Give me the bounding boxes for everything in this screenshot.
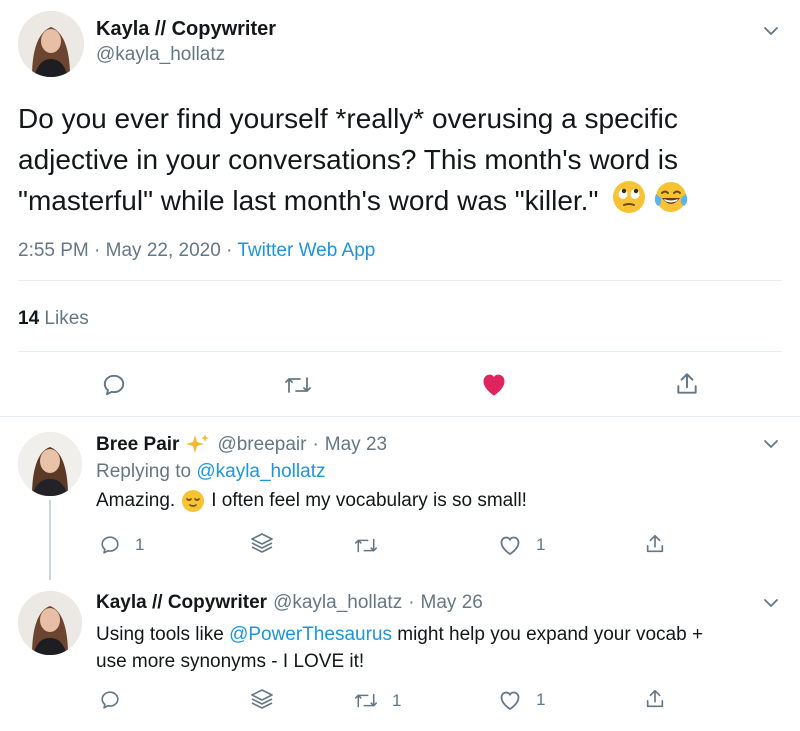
replying-to-label: Replying to xyxy=(96,461,192,482)
share-icon xyxy=(646,689,664,708)
thread-line xyxy=(49,500,51,580)
reply-icon xyxy=(103,374,125,396)
likes-count: 14 xyxy=(18,308,40,329)
author-name[interactable]: Kayla // Copywriter xyxy=(96,592,267,614)
chevron-down-icon[interactable] xyxy=(762,435,780,458)
retweet-count: 1 xyxy=(392,690,402,710)
like-count: 1 xyxy=(536,690,546,709)
likes-label: Likes xyxy=(44,308,89,329)
like-button[interactable] xyxy=(480,371,508,397)
tweet-meta: 2:55 PM · May 22, 2020 · Twitter Web App xyxy=(18,240,375,262)
face-with-tears-of-joy-emoji-icon xyxy=(654,180,688,225)
replying-to-handle[interactable]: @kayla_hollatz xyxy=(196,461,325,482)
reply-button[interactable] xyxy=(99,689,121,711)
share-icon xyxy=(677,373,697,394)
share-icon xyxy=(646,534,664,553)
retweet-button[interactable]: 1 xyxy=(354,690,401,711)
author-handle[interactable]: @breepair xyxy=(217,434,306,456)
like-button[interactable]: 1 xyxy=(498,689,545,711)
heart-filled-icon xyxy=(483,374,505,396)
author-name[interactable]: Bree Pair xyxy=(96,434,179,456)
meta-separator: · xyxy=(312,434,319,455)
likes-stat[interactable]: 14 Likes xyxy=(18,308,89,330)
meta-separator: · xyxy=(94,240,101,261)
meta-separator: · xyxy=(408,592,415,613)
tweet-text-line: adjective in your conversations? This mo… xyxy=(18,144,679,175)
reply-date[interactable]: May 23 xyxy=(325,434,387,456)
relieved-face-emoji-icon xyxy=(182,490,205,512)
reply-text-line: use more synonyms - I LOVE it! xyxy=(96,651,365,672)
heart-icon xyxy=(500,691,520,711)
chevron-down-icon[interactable] xyxy=(762,594,780,617)
replying-to: Replying to @kayla_hollatz xyxy=(96,461,325,483)
reply-text-segment: Using tools like xyxy=(96,624,230,645)
tweet-time[interactable]: 2:55 PM xyxy=(18,240,89,261)
divider xyxy=(0,416,800,417)
reply-text-segment: Amazing. xyxy=(96,490,176,511)
face-with-rolling-eyes-emoji-icon xyxy=(612,180,646,225)
tweet-text-line: Do you ever find yourself *really* overu… xyxy=(18,103,678,134)
retweet-button[interactable] xyxy=(354,535,378,556)
like-button[interactable]: 1 xyxy=(498,534,545,556)
divider xyxy=(18,280,782,281)
reply-text-segment: might help you expand your vocab + xyxy=(391,624,704,645)
thesaurus-button[interactable] xyxy=(250,688,274,714)
reply-text-line: Using tools like @PowerThesaurus might h… xyxy=(96,621,776,648)
heart-icon xyxy=(500,536,520,556)
share-button[interactable] xyxy=(644,533,666,555)
reply-text-segment: I often feel my vocabulary is so small! xyxy=(211,490,527,511)
reply-header: Kayla // Copywriter @kayla_hollatz · May… xyxy=(96,592,483,614)
divider xyxy=(18,351,782,352)
author-handle[interactable]: @kayla_hollatz xyxy=(273,592,402,614)
chevron-down-icon[interactable] xyxy=(762,22,780,45)
thesaurus-button[interactable] xyxy=(250,532,274,558)
avatar[interactable] xyxy=(18,432,82,496)
reply-text: Amazing. I often feel my vocabulary is s… xyxy=(96,489,527,513)
tweet-text-line: "masterful" while last month's word was … xyxy=(18,180,788,225)
reply-count: 1 xyxy=(135,535,145,554)
tweet-date[interactable]: May 22, 2020 xyxy=(106,240,221,261)
reply-text: Using tools like @PowerThesaurus might h… xyxy=(96,621,776,675)
author-name[interactable]: Kayla // Copywriter xyxy=(96,18,276,41)
reply-icon xyxy=(101,536,119,554)
share-button[interactable] xyxy=(674,371,700,397)
reply-icon xyxy=(101,691,119,709)
sparkles-emoji-icon xyxy=(186,434,210,453)
tweet-text-segment: "masterful" while last month's word was … xyxy=(18,185,599,216)
retweet-icon xyxy=(354,538,378,553)
layers-icon xyxy=(251,689,273,709)
mention-link[interactable]: @PowerThesaurus xyxy=(229,624,392,645)
like-count: 1 xyxy=(536,535,546,554)
meta-separator: · xyxy=(226,240,233,261)
reply-button[interactable] xyxy=(101,372,127,398)
retweet-icon xyxy=(285,377,311,393)
layers-icon xyxy=(251,533,273,553)
tweet-source-link[interactable]: Twitter Web App xyxy=(237,240,375,261)
author-handle[interactable]: @kayla_hollatz xyxy=(96,44,225,66)
retweet-icon xyxy=(354,693,378,708)
avatar[interactable] xyxy=(18,11,84,77)
tweet-text: Do you ever find yourself *really* overu… xyxy=(18,98,788,225)
avatar[interactable] xyxy=(18,591,82,655)
reply-header: Bree Pair @breepair · May 23 xyxy=(96,433,387,457)
reply-button[interactable]: 1 xyxy=(99,534,144,556)
retweet-button[interactable] xyxy=(284,373,312,397)
share-button[interactable] xyxy=(644,688,666,710)
reply-date[interactable]: May 26 xyxy=(421,592,483,614)
